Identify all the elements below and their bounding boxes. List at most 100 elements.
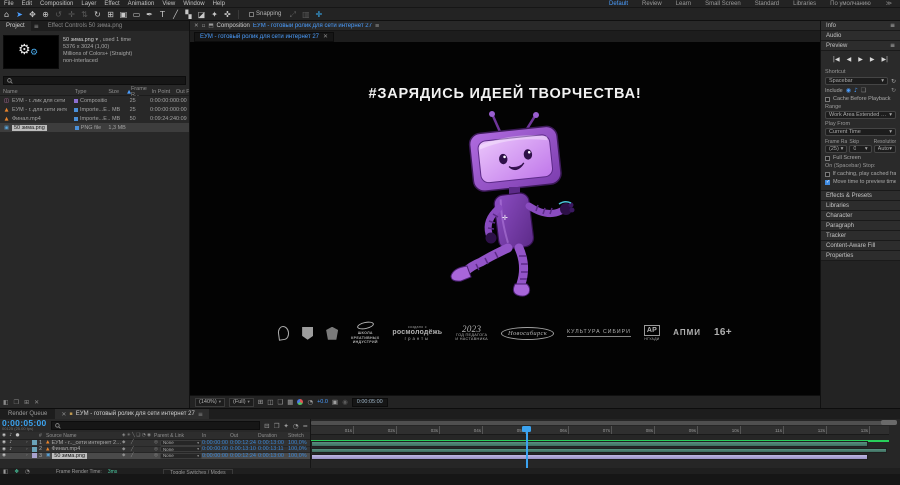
skip-dropdown[interactable]: 0▾ (849, 145, 871, 153)
current-time-display[interactable]: 0:00:05:00 00125 (25.00 fps) (2, 420, 47, 432)
section-content-aware-fill[interactable]: Content-Aware Fill (821, 241, 900, 251)
layer-in[interactable]: 0:00:00:00 (202, 440, 230, 446)
include-video-icon[interactable]: ◉ (846, 87, 851, 94)
draft-3d-icon[interactable]: ❐ (274, 422, 280, 430)
grid-guides-icon[interactable]: ⊞ (258, 398, 263, 406)
reset-icon[interactable]: ↻ (891, 78, 896, 85)
label-chip[interactable] (32, 453, 37, 458)
tab-timeline-composition[interactable]: ✕ ▪ ЕУМ - готовый ролик для сети интерне… (55, 409, 208, 419)
tab-effect-controls[interactable]: Effect Controls 50 зима.png (42, 21, 129, 31)
frame-blending-icon[interactable]: ◔ (293, 422, 299, 430)
new-folder-icon[interactable]: ❐ (14, 399, 19, 406)
full-screen-checkbox[interactable] (825, 156, 830, 161)
play-cached-frames-checkbox[interactable] (825, 172, 830, 177)
layer-switches[interactable]: ◆ ╱ (122, 440, 154, 445)
project-row-png-selected[interactable]: ▣50 зима.png PNG file 1,3 MB (0, 123, 189, 132)
workspace-tab-default[interactable]: Default (602, 1, 635, 7)
label-chip[interactable] (74, 117, 78, 121)
section-libraries[interactable]: Libraries (821, 201, 900, 211)
resolution-icon[interactable]: ◔ (307, 398, 313, 406)
layer-av-switches[interactable]: ◉ ♪ (0, 440, 26, 445)
parent-pickwhip-icon[interactable]: ◎ (154, 453, 158, 458)
label-chip[interactable] (32, 440, 37, 445)
layer-bar-2[interactable] (311, 448, 887, 454)
type-tool[interactable]: T (156, 8, 169, 21)
menu-item[interactable]: Animation (124, 1, 159, 7)
camera-tool[interactable]: ⊞ (104, 8, 117, 21)
layer-out[interactable]: 0:00:13:10 (230, 446, 258, 452)
timeline-zoom-nav[interactable] (881, 420, 897, 425)
section-paragraph[interactable]: Paragraph (821, 221, 900, 231)
layer-stretch[interactable]: 100,0% (288, 446, 312, 452)
layer-row-3-selected[interactable]: ◉ › 3 ▣50 зима.png ◆ ╱ ◎None▾ 0:00:00:00… (0, 453, 310, 460)
first-frame-button[interactable]: |◀ (833, 56, 840, 63)
layer-bar-3[interactable] (311, 454, 868, 460)
magnification-dropdown[interactable]: (140%)▾ (195, 398, 225, 407)
menu-item[interactable]: Edit (18, 1, 36, 7)
time-ruler[interactable]: 01s02s03s04s05s06s07s08s09s10s11s12s13s (311, 426, 889, 435)
workspace-tab-small-screen[interactable]: Small Screen (698, 1, 748, 7)
layer-switches[interactable]: ◆ ╱ (122, 447, 154, 452)
composition-viewer-tab[interactable]: ЕУМ - готовый ролик для сети интернет 27… (194, 32, 334, 42)
section-preview[interactable]: Preview≡ (821, 41, 900, 51)
layer-bar-1[interactable] (311, 441, 868, 447)
brush-tool[interactable]: ╱ (169, 8, 182, 21)
close-icon[interactable]: ✕ (323, 33, 328, 40)
composition-viewport[interactable]: #ЗАРЯДИСЬ ИДЕЕЙ ТВОРЧЕСТВА! (190, 42, 820, 395)
loop-icon[interactable]: ↻ (891, 87, 896, 94)
puppet-pin-tool[interactable]: ✜ (221, 8, 234, 21)
pan-behind-tool[interactable]: ▣ (117, 8, 130, 21)
move-time-checkbox[interactable] (825, 180, 830, 185)
mask-visibility-icon[interactable]: ◫ (267, 398, 273, 406)
project-row-final-mp4[interactable]: ▲Финал.mp4 Importe...EX .. MB 50 0:09:24… (0, 114, 189, 123)
tab-render-queue[interactable]: Render Queue (0, 411, 55, 417)
panel-menu-icon[interactable]: ≡ (198, 411, 203, 418)
composition-name[interactable]: ЕУМ - готовый ролик для сети интернет 27 (253, 23, 372, 29)
layer-out[interactable]: 0:00:12:24 (230, 453, 258, 459)
last-frame-button[interactable]: ▶| (881, 56, 888, 63)
hand-tool[interactable]: ✥ (26, 8, 39, 21)
mask-feather-tool[interactable]: ⤢ (286, 8, 299, 21)
range-dropdown[interactable]: Work Area Extended By Current...▾ (825, 111, 896, 119)
label-chip[interactable] (74, 99, 78, 103)
parent-pickwhip-icon[interactable]: ◎ (154, 447, 158, 452)
section-effects-presets[interactable]: Effects & Presets (821, 191, 900, 201)
section-tracker[interactable]: Tracker (821, 231, 900, 241)
menu-item[interactable]: Composition (36, 1, 77, 7)
snapping-toggle[interactable]: Snapping (249, 11, 281, 17)
layer-duration[interactable]: 0:00:13:00 (258, 440, 288, 446)
layer-in[interactable]: 0:00:00:00 (202, 453, 230, 459)
eraser-tool[interactable]: ◪ (195, 8, 208, 21)
layer-out[interactable]: 0:00:12:24 (230, 440, 258, 446)
footage-thumbnail[interactable]: ⚙ ⚙ (3, 35, 59, 69)
parent-dropdown[interactable]: None▾ (160, 440, 202, 446)
target-crosshair-icon[interactable]: ✛ (312, 8, 325, 21)
interpret-footage-icon[interactable]: ◧ (3, 399, 9, 406)
align-tool[interactable]: ▥ (299, 8, 312, 21)
project-row-composition[interactable]: ◫ЕУМ - г..лик для сети интернет 27 Compo… (0, 96, 189, 105)
section-character[interactable]: Character (821, 211, 900, 221)
composition-mini-flowchart-icon[interactable]: ⊟ (264, 422, 269, 430)
workspace-tab-po-umolchaniyu[interactable]: По умолчанию (823, 1, 878, 7)
close-icon[interactable]: ✕ (194, 23, 199, 29)
workspace-tab-review[interactable]: Review (635, 1, 669, 7)
label-chip[interactable] (32, 447, 37, 452)
region-of-interest-icon[interactable]: ❑ (277, 398, 283, 406)
orbit-camera-tool[interactable]: ↺ (52, 8, 65, 21)
parent-pickwhip-icon[interactable]: ◎ (154, 440, 158, 445)
menu-item[interactable]: Help (209, 1, 229, 7)
parent-dropdown[interactable]: None▾ (160, 453, 202, 459)
pen-tool[interactable]: ✒ (143, 8, 156, 21)
layer-stretch[interactable]: 100,0% (288, 440, 312, 446)
transparency-grid-icon[interactable]: ▦ (287, 398, 293, 406)
viewer-timecode[interactable]: 0:00:05:00 (352, 398, 388, 407)
menu-item[interactable]: Effect (100, 1, 123, 7)
resolution-preview-dropdown[interactable]: Auto▾ (874, 145, 896, 153)
frame-rate-dropdown[interactable]: (25)▾ (825, 145, 847, 153)
roto-brush-tool[interactable]: ✦ (208, 8, 221, 21)
cache-before-playback-checkbox[interactable] (825, 97, 830, 102)
menu-item[interactable]: File (0, 1, 18, 7)
panel-menu-icon[interactable]: ≡ (890, 22, 895, 29)
layer-av-switches[interactable]: ◉ (0, 453, 26, 458)
workspace-tab-libraries[interactable]: Libraries (786, 1, 823, 7)
